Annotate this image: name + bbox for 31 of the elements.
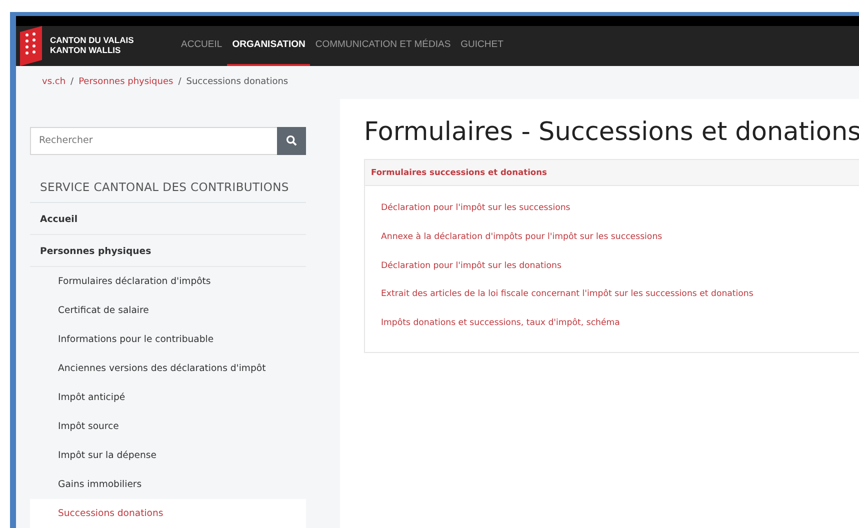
- sidebar-item[interactable]: Certificat de salaire: [30, 296, 306, 325]
- sidebar-item[interactable]: Impôt anticipé: [30, 383, 306, 412]
- nav-link[interactable]: GUICHET: [456, 26, 508, 66]
- brand-name[interactable]: CANTON DU VALAIS KANTON WALLIS: [50, 36, 134, 56]
- sidebar-item[interactable]: Personnes physiques: [30, 235, 306, 267]
- sidebar-item[interactable]: Impôt sur la dépense: [30, 441, 306, 470]
- breadcrumb-link[interactable]: vs.ch: [42, 76, 66, 90]
- search-field[interactable]: Rechercher: [30, 126, 277, 155]
- sidebar-item[interactable]: Informations pour le contribuable: [30, 325, 306, 354]
- sidebar-item[interactable]: Successions donations: [30, 499, 306, 528]
- form-link[interactable]: Impôts donations et successions, taux d'impôt, schéma: [365, 317, 636, 330]
- sidebar-item[interactable]: Accueil: [30, 203, 306, 235]
- nav-link[interactable]: ORGANISATION: [227, 26, 310, 66]
- sidebar-item[interactable]: Impôt source: [30, 412, 306, 441]
- sidebar-heading: SERVICE CANTONAL DES CONTRIBUTIONS: [30, 178, 306, 203]
- breadcrumb-text: Successions donations: [186, 76, 288, 89]
- nav-link[interactable]: COMMUNICATION ET MÉDIAS: [310, 26, 456, 66]
- nav-link[interactable]: ACCUEIL: [176, 26, 228, 66]
- panel-heading: Formulaires successions et donations: [365, 160, 859, 186]
- form-link[interactable]: Annexe à la déclaration d'impôts pour l'impôt sur les successions: [365, 230, 678, 244]
- breadcrumb-link[interactable]: Personnes physiques: [78, 76, 174, 90]
- breadcrumb-text: /: [178, 76, 182, 89]
- search-icon: [286, 135, 297, 146]
- sidebar-item[interactable]: Formulaires déclaration d'impôts: [30, 267, 306, 296]
- breadcrumb-text: /: [70, 76, 74, 89]
- sidebar-item[interactable]: Gains immobiliers: [30, 470, 306, 499]
- form-link[interactable]: Extrait des articles de la loi fiscale concernant l'impôt sur les successions et donations: [365, 288, 770, 302]
- sidebar-item[interactable]: Anciennes versions des déclarations d'impôt: [30, 354, 306, 383]
- form-link[interactable]: Déclaration pour l'impôt sur les successions: [365, 202, 586, 215]
- form-link[interactable]: Déclaration pour l'impôt sur les donations: [365, 260, 578, 272]
- search-button[interactable]: [277, 126, 306, 155]
